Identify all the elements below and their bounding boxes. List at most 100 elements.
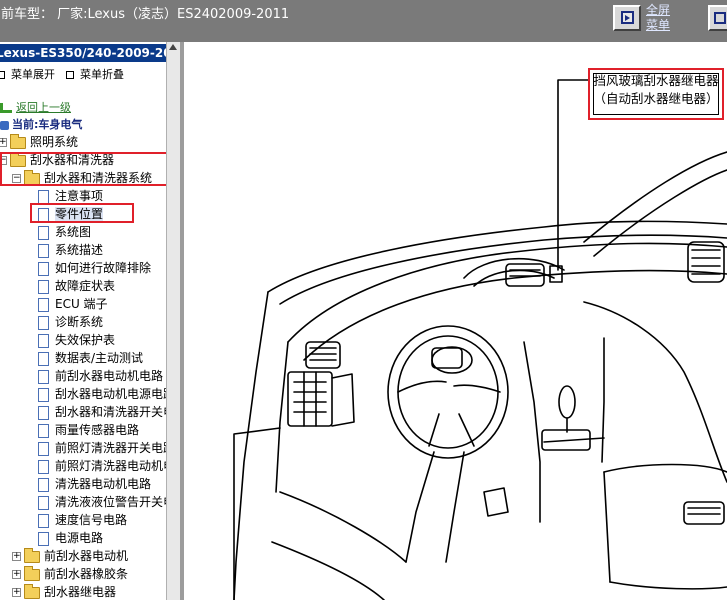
tree-page-item[interactable]: 电源电路 — [38, 529, 103, 547]
back-link-row[interactable]: 返回上一级 — [0, 99, 71, 115]
collapse-toggle-icon[interactable]: − — [12, 174, 21, 183]
document-icon — [38, 261, 49, 276]
fullscreen-menu-links: 全屏 菜单 — [646, 3, 670, 33]
navigation-tree: Lexus-ES350/240-2009-2011 菜单展开 菜单折叠 返回上一… — [0, 42, 166, 600]
tree-item-label: 刮水器电动机电源电路 — [55, 387, 166, 401]
expand-toggle-icon[interactable]: + — [12, 570, 21, 579]
tree-item-label: 清洗液液位警告开关电路 — [55, 495, 166, 509]
tree-item-label: 照明系统 — [30, 135, 79, 149]
collapse-all-button[interactable]: 菜单折叠 — [66, 66, 124, 82]
tree-item-label: 刮水器和清洗器开关电路 — [55, 405, 166, 419]
expand-toggle-icon[interactable]: + — [0, 138, 7, 147]
tree-page-item[interactable]: 前照灯清洗器开关电路 — [38, 439, 166, 457]
folder-icon — [24, 547, 40, 563]
collapse-toggle-icon[interactable]: − — [0, 156, 7, 165]
document-icon — [38, 531, 49, 546]
tree-item-label: 前刮水器电动机 — [44, 549, 129, 563]
tree-folder-item[interactable]: − 刮水器和清洗器 — [0, 151, 114, 169]
document-icon — [38, 351, 49, 366]
tree-item-label: 故障症状表 — [55, 279, 116, 293]
document-icon — [38, 315, 49, 330]
document-icon — [38, 477, 49, 492]
document-icon — [38, 405, 49, 420]
tree-page-item[interactable]: 前刮水器电动机电路 — [38, 367, 163, 385]
document-icon — [38, 243, 49, 258]
tree-folder-item[interactable]: + 刮水器继电器 — [12, 583, 116, 600]
tree-folder-item[interactable]: + 前刮水器橡胶条 — [12, 565, 128, 583]
menu-toggle-button[interactable] — [708, 5, 727, 31]
tree-item-label: 系统描述 — [55, 243, 104, 257]
document-icon — [38, 423, 49, 438]
tree-page-item[interactable]: 注意事项 — [38, 187, 103, 205]
expand-toggle-icon[interactable]: + — [12, 588, 21, 597]
tree-page-item[interactable]: 失效保护表 — [38, 331, 115, 349]
current-section-icon — [0, 120, 9, 130]
tree-item-label: 数据表/主动测试 — [55, 351, 144, 365]
document-icon — [38, 297, 49, 312]
tree-item-label: 刮水器继电器 — [44, 585, 117, 599]
tree-page-item[interactable]: 前照灯清洗器电动机电路 — [38, 457, 166, 475]
back-link[interactable]: 返回上一级 — [16, 101, 71, 114]
document-icon — [38, 459, 49, 474]
tree-item-label: 前照灯清洗器开关电路 — [55, 441, 166, 455]
tree-item-label: 零件位置 — [55, 207, 104, 221]
tree-page-item[interactable]: 清洗液液位警告开关电路 — [38, 493, 166, 511]
folder-icon — [24, 583, 40, 599]
document-icon — [38, 279, 49, 294]
document-icon — [38, 333, 49, 348]
document-icon — [38, 189, 49, 204]
tree-folder-item[interactable]: + 前刮水器电动机 — [12, 547, 128, 565]
sidebar-scrollbar[interactable] — [166, 42, 180, 600]
tree-page-item[interactable]: 诊断系统 — [38, 313, 103, 331]
tree-item-label: 清洗器电动机电路 — [55, 477, 152, 491]
wiper-relay-callout: 挡风玻璃刮水器继电器 （自动刮水器继电器） — [588, 68, 724, 120]
tree-page-item[interactable]: 系统图 — [38, 223, 91, 241]
document-icon — [38, 513, 49, 528]
folder-icon — [24, 169, 40, 185]
tree-page-item[interactable]: ECU 端子 — [38, 295, 108, 313]
tree-item-label: 失效保护表 — [55, 333, 116, 347]
document-icon — [38, 207, 49, 222]
tree-item-label: 速度信号电路 — [55, 513, 128, 527]
tree-item-label: 刮水器和清洗器 — [30, 153, 115, 167]
expand-all-button[interactable]: 菜单展开 — [0, 66, 55, 82]
tree-page-item[interactable]: 数据表/主动测试 — [38, 349, 143, 367]
component-location-diagram: 挡风玻璃刮水器继电器 （自动刮水器继电器） — [184, 42, 727, 600]
tree-item-label: 雨量传感器电路 — [55, 423, 140, 437]
tree-page-item[interactable]: 故障症状表 — [38, 277, 115, 295]
tree-page-item[interactable]: 速度信号电路 — [38, 511, 127, 529]
tree-page-item[interactable]: 刮水器电动机电源电路 — [38, 385, 166, 403]
tree-item-label: 前刮水器橡胶条 — [44, 567, 129, 581]
tree-page-item[interactable]: 清洗器电动机电路 — [38, 475, 151, 493]
tree-item-label: 前刮水器电动机电路 — [55, 369, 164, 383]
back-arrow-icon — [0, 103, 12, 113]
tree-item-label: 系统图 — [55, 225, 92, 239]
tree-page-item[interactable]: 零件位置 — [38, 205, 104, 223]
tree-page-item[interactable]: 系统描述 — [38, 241, 103, 259]
tree-item-label: ECU 端子 — [55, 297, 108, 311]
folder-icon — [10, 151, 26, 167]
document-icon — [38, 225, 49, 240]
scroll-up-icon[interactable] — [169, 44, 177, 50]
menu-link[interactable]: 菜单 — [646, 18, 670, 33]
tree-item-label: 刮水器和清洗器系统 — [44, 171, 153, 185]
fullscreen-link[interactable]: 全屏 — [646, 3, 670, 18]
tree-page-item[interactable]: 如何进行故障排除 — [38, 259, 151, 277]
current-vehicle-title: 当前车型： 厂家:Lexus（凌志）ES2402009-2011 — [0, 7, 290, 22]
document-icon — [38, 369, 49, 384]
callout-line-1: 挡风玻璃刮水器继电器 — [593, 73, 719, 88]
top-bar: 当前车型： 厂家:Lexus（凌志）ES2402009-2011 全屏 菜单 — [0, 0, 727, 42]
tree-folder-item[interactable]: − 刮水器和清洗器系统 — [12, 169, 152, 187]
tree-page-item[interactable]: 雨量传感器电路 — [38, 421, 139, 439]
current-section: 当前:车身电气 — [0, 116, 82, 132]
document-icon — [38, 495, 49, 510]
fullscreen-icon — [621, 11, 634, 24]
tree-page-item[interactable]: 刮水器和清洗器开关电路 — [38, 403, 166, 421]
fullscreen-button[interactable] — [613, 5, 641, 31]
expand-toggle-icon[interactable]: + — [12, 552, 21, 561]
tree-item-label: 前照灯清洗器电动机电路 — [55, 459, 166, 473]
folder-icon — [24, 565, 40, 581]
tree-folder-item[interactable]: + 照明系统 — [0, 133, 78, 151]
tree-item-label: 如何进行故障排除 — [55, 261, 152, 275]
callout-line-2: （自动刮水器继电器） — [593, 91, 719, 106]
